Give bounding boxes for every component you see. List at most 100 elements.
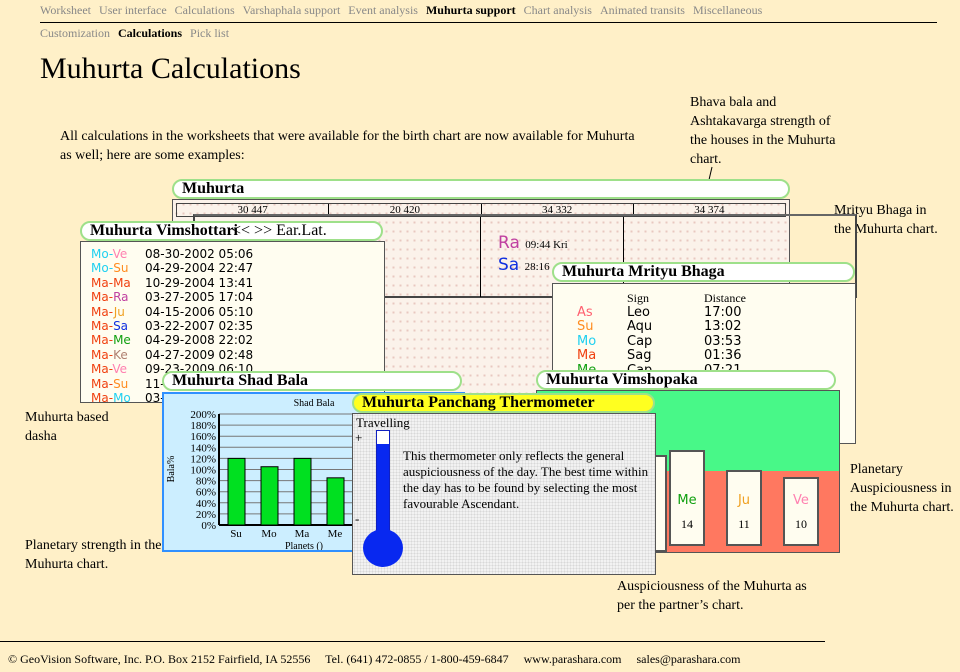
- nav-item-muhurta-support[interactable]: Muhurta support: [426, 3, 516, 17]
- muhurta-title-bar[interactable]: Muhurta: [172, 179, 790, 199]
- bar-Me: [326, 477, 345, 526]
- footer-web-link[interactable]: www.parashara.com: [524, 652, 622, 666]
- planet: Su: [577, 319, 594, 335]
- annotation-auspicious: Planetary Auspiciousness in the Muhurta …: [850, 462, 954, 515]
- vimshopaka-bar: Ju 11: [726, 470, 762, 546]
- vimshopaka-bar: Ve 10: [783, 477, 819, 546]
- dasha-row[interactable]: Mo-Ve 08-30-2002 05:06: [91, 247, 384, 261]
- dasha-period: Ma-Ma: [91, 276, 145, 290]
- x-tick-label: Su: [230, 528, 242, 540]
- vimshottari-nav-controls[interactable]: << >> Ear.Lat.: [232, 223, 327, 239]
- dasha-row[interactable]: Ma-Ju 04-15-2006 05:10: [91, 305, 384, 319]
- dasha-lord: Ma: [91, 333, 109, 348]
- dasha-lord: Ma: [91, 318, 109, 333]
- main-nav: Worksheet User interface Calculations Varsh…: [40, 3, 770, 18]
- sign: Leo: [627, 305, 650, 320]
- y-tick-label: 0%: [201, 520, 216, 532]
- nav-item-varshaphala-support[interactable]: Varshaphala support: [243, 3, 341, 17]
- page-title: Muhurta Calculations: [40, 52, 301, 85]
- annotation-bhava: Bhava bala and Ashtakavarga strength of …: [690, 95, 836, 167]
- sub-nav: Customization Calculations Pick list: [40, 26, 237, 41]
- bhukti-lord: Ma: [113, 275, 131, 290]
- dasha-row[interactable]: Ma-Sa 03-22-2007 02:35: [91, 319, 384, 333]
- x-tick-label: Me: [328, 528, 343, 540]
- dasha-date: 04-29-2008 22:02: [145, 333, 254, 348]
- nav-item-miscellaneous[interactable]: Miscellaneous: [693, 3, 762, 17]
- dasha-period: Ma-Ve: [91, 362, 145, 376]
- mrityu-row: Mo Cap 03:53: [577, 334, 741, 348]
- nav-item-user-interface[interactable]: User interface: [99, 3, 167, 17]
- y-tick-label: 180%: [190, 420, 216, 432]
- bhukti-lord: Ve: [112, 247, 128, 261]
- dasha-lord: Mo: [91, 247, 109, 261]
- nav-item-worksheet[interactable]: Worksheet: [40, 3, 91, 17]
- vimshopaka-bar: Me 14: [669, 449, 705, 546]
- mrityu-row: As Leo 17:00: [577, 305, 741, 320]
- footer-divider: [0, 641, 825, 642]
- dasha-row[interactable]: Ma-Ke 04-27-2009 02:48: [91, 348, 384, 362]
- bhukti-lord: Ke: [113, 347, 128, 362]
- vimshopaka-planet: Ve: [793, 493, 809, 508]
- dasha-lord: Mo: [91, 261, 109, 276]
- thermometer-minus: -: [355, 511, 360, 526]
- dasha-lord: Ma: [91, 290, 109, 305]
- planet-sa-text: 28:16: [524, 261, 550, 273]
- vimshottari-title-bar[interactable]: Muhurta Vimshottari << >> Ear.Lat.: [80, 221, 383, 241]
- dasha-period: Ma-Mo: [91, 391, 145, 405]
- sign: Cap: [627, 333, 653, 349]
- thermometer-window[interactable]: Travelling + - This thermometer only ref…: [352, 413, 656, 575]
- dasha-date: 04-27-2009 02:48: [145, 347, 254, 362]
- dasha-period: Mo-Ve: [91, 247, 145, 261]
- bhukti-lord: Ra: [113, 290, 129, 305]
- shadbala-title-bar[interactable]: Muhurta Shad Bala: [162, 371, 462, 391]
- dasha-period: Mo-Su: [91, 261, 145, 275]
- y-tick-label: 140%: [190, 442, 216, 454]
- mrityu-row: Su Aqu 13:02: [577, 319, 741, 335]
- mrityu-title-bar[interactable]: Muhurta Mrityu Bhaga: [552, 262, 855, 282]
- annotation-partner: Auspiciousness of the Muhurta as per the…: [617, 579, 807, 613]
- dasha-row[interactable]: Ma-Ma 10-29-2004 13:41: [91, 276, 384, 290]
- y-tick-label: 100%: [190, 465, 216, 477]
- dasha-period: Ma-Ke: [91, 348, 145, 362]
- nav-item-animated-transits[interactable]: Animated transits: [600, 3, 685, 17]
- header-sign: Sign: [627, 291, 650, 305]
- intro-text: All calculations in the worksheets that …: [60, 129, 635, 163]
- vimshopaka-title-bar[interactable]: Muhurta Vimshopaka: [536, 370, 836, 390]
- thermometer-label: Travelling: [356, 415, 410, 430]
- thermometer-tube: [376, 430, 390, 535]
- y-tick-label: 20%: [196, 509, 216, 521]
- thermometer-plus: +: [355, 430, 363, 445]
- nav-item-event-analysis[interactable]: Event analysis: [348, 3, 418, 17]
- dasha-row[interactable]: Mo-Su 04-29-2004 22:47: [91, 261, 384, 275]
- bar-Mo: [260, 466, 279, 526]
- footer: © GeoVision Software, Inc. P.O. Box 2152…: [8, 652, 753, 667]
- header-distance: Distance: [704, 291, 746, 305]
- footer-email-link[interactable]: sales@parashara.com: [637, 652, 741, 666]
- dasha-lord: Ma: [91, 376, 109, 391]
- footer-company: © GeoVision Software, Inc. P.O. Box 2152…: [8, 652, 311, 666]
- annotation-strength: Planetary strength in the Muhurta chart.: [25, 538, 162, 572]
- planet-ra-text: 09:44 Kri: [525, 239, 568, 251]
- nav-item-chart-analysis[interactable]: Chart analysis: [524, 3, 592, 17]
- subnav-item-pick-list[interactable]: Pick list: [190, 26, 229, 40]
- y-tick-label: 200%: [190, 409, 216, 421]
- distance: 01:36: [704, 348, 742, 364]
- nav-item-calculations[interactable]: Calculations: [175, 3, 235, 17]
- planet: As: [577, 305, 593, 320]
- y-tick-label: 40%: [196, 498, 216, 510]
- dasha-date: 03-27-2005 17:04: [145, 290, 254, 305]
- dasha-date: 08-30-2002 05:06: [145, 247, 254, 261]
- dasha-row[interactable]: Ma-Ra 03-27-2005 17:04: [91, 290, 384, 304]
- dasha-row[interactable]: Ma-Me 04-29-2008 22:02: [91, 333, 384, 347]
- dasha-lord: Ma: [91, 362, 109, 377]
- bar-Su: [227, 457, 246, 526]
- y-tick-label: 160%: [190, 431, 216, 443]
- subnav-item-customization[interactable]: Customization: [40, 26, 110, 40]
- dasha-lord: Ma: [91, 275, 109, 290]
- thermometer-title-bar[interactable]: Muhurta Panchang Thermometer: [352, 393, 655, 413]
- planet: Ma: [577, 348, 597, 364]
- bhukti-lord: Ve: [112, 362, 128, 377]
- subnav-item-calculations[interactable]: Calculations: [118, 26, 182, 40]
- vimshopaka-planet: Ju: [737, 493, 751, 508]
- thermometer-bulb-icon: [363, 529, 403, 567]
